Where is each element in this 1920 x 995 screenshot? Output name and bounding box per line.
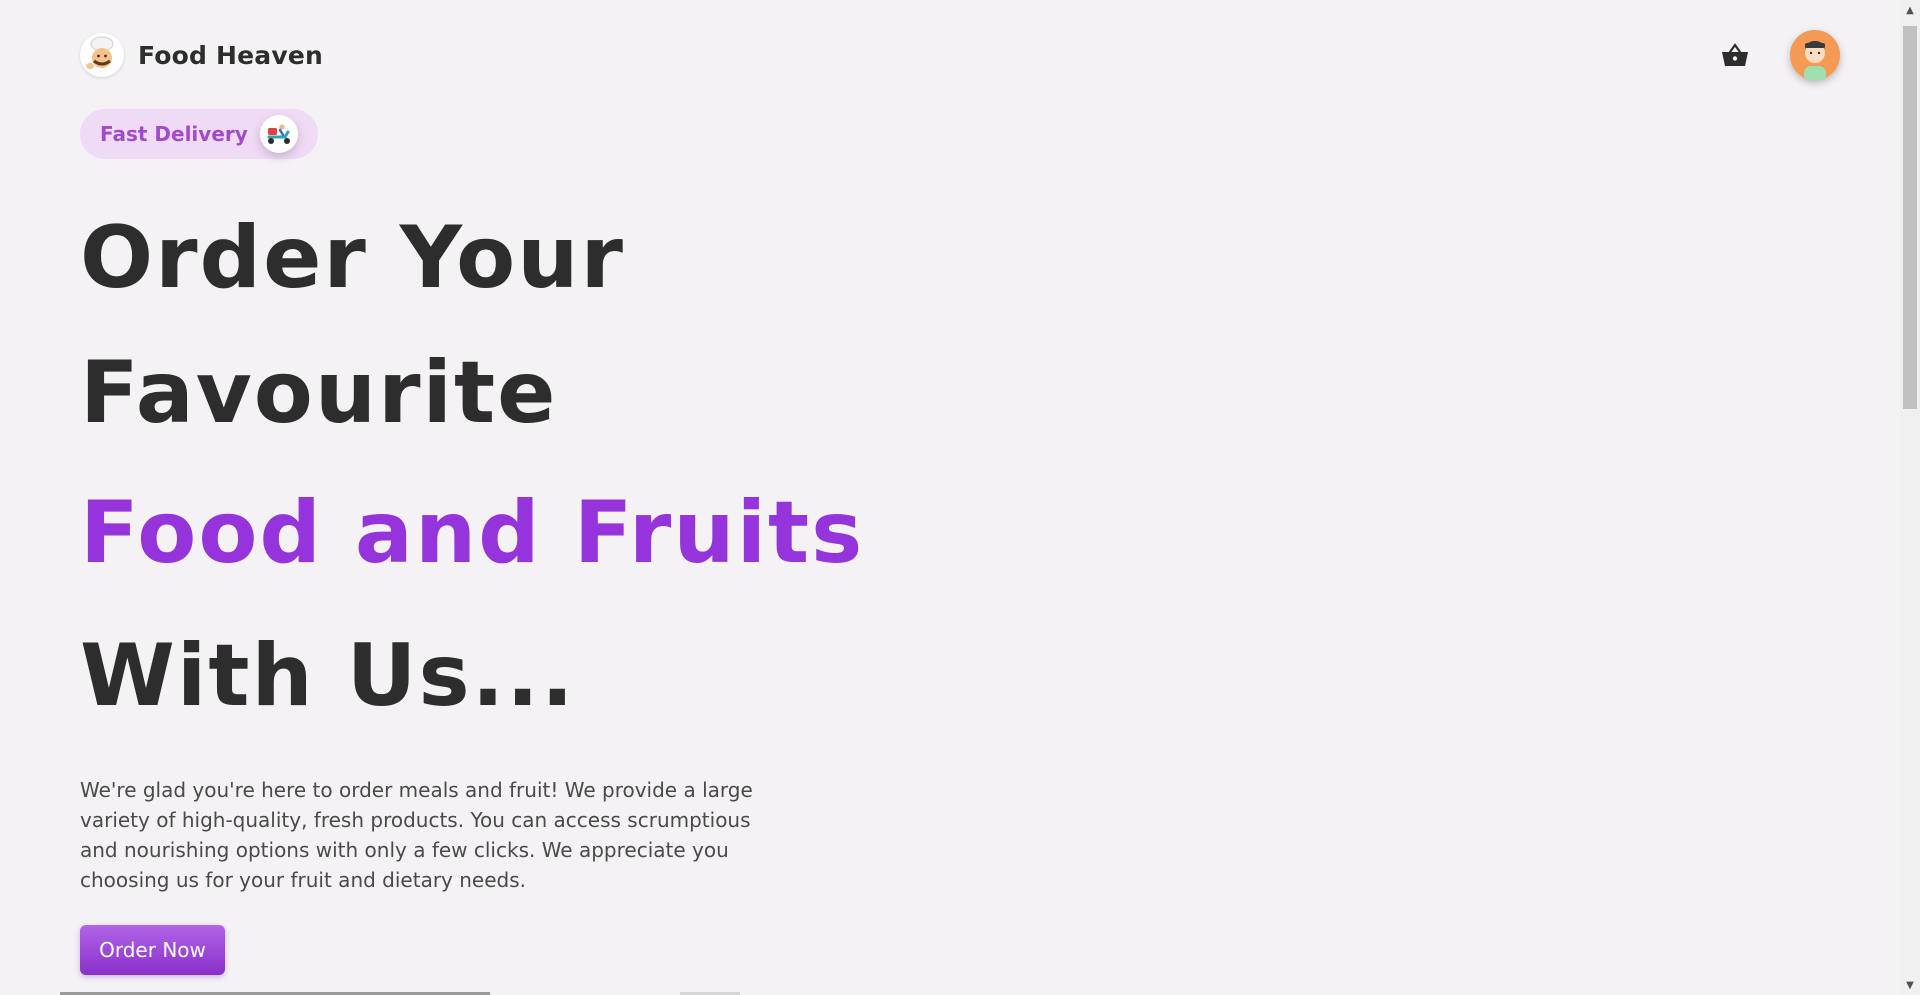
scrollbar-thumb[interactable] bbox=[1903, 26, 1917, 409]
hero-line-4: With Us... bbox=[80, 626, 576, 726]
brand-name: Food Heaven bbox=[138, 40, 324, 70]
order-now-button[interactable]: Order Now bbox=[80, 925, 225, 975]
fast-delivery-badge: Fast Delivery bbox=[80, 109, 318, 159]
hero-description: We're glad you're here to order meals an… bbox=[80, 778, 753, 892]
hero-line-3-highlight: Food and Fruits bbox=[80, 483, 865, 583]
user-avatar-icon[interactable] bbox=[1790, 30, 1840, 80]
chef-logo-icon bbox=[80, 33, 124, 77]
top-navbar: Food Heaven bbox=[80, 28, 1840, 82]
delivery-scooter-icon bbox=[259, 115, 298, 153]
page: Food Heaven Fast Delivery Order Your Fav… bbox=[0, 0, 1920, 995]
basket-icon[interactable] bbox=[1720, 40, 1750, 70]
brand[interactable]: Food Heaven bbox=[80, 33, 323, 77]
vertical-scrollbar[interactable]: ▲ ▼ bbox=[1900, 0, 1920, 995]
hero-line-1: Order Your bbox=[80, 208, 625, 308]
header-actions bbox=[1720, 30, 1840, 80]
hero-line-2: Favourite bbox=[80, 343, 558, 443]
scroll-up-icon[interactable]: ▲ bbox=[1900, 0, 1920, 20]
badge-label: Fast Delivery bbox=[100, 122, 248, 146]
scroll-down-icon[interactable]: ▼ bbox=[1900, 975, 1920, 995]
